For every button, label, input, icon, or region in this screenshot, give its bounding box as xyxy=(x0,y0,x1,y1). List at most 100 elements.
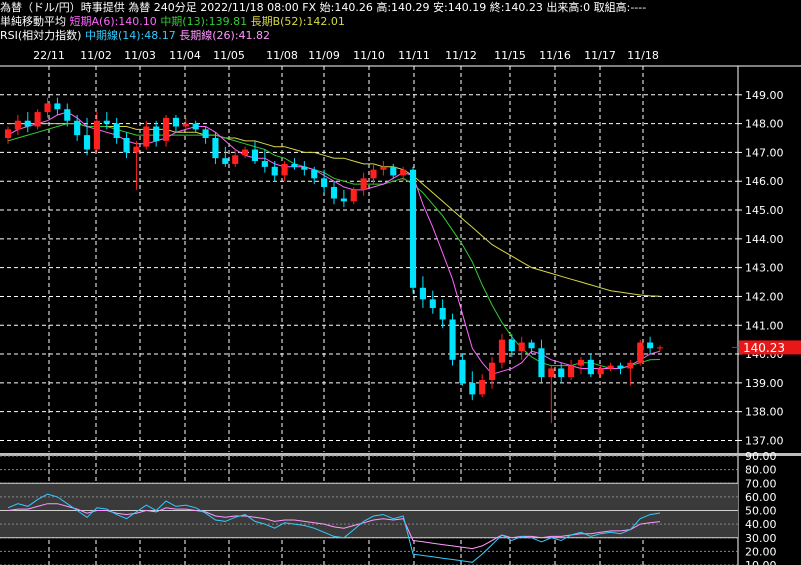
x-tick-label: 11/10 xyxy=(353,49,385,62)
candle-body xyxy=(627,362,634,369)
ma-long-legend: 長期B(52):142.01 xyxy=(250,15,345,28)
chart-canvas[interactable]: 22/11 11/02 11/03 11/04 11/05 11/08 11/09 11/10… xyxy=(0,0,801,565)
candle-body xyxy=(538,348,545,378)
x-tick-label: 11/16 xyxy=(539,49,571,62)
candle-body xyxy=(380,166,387,170)
y-tick-label: 142.00 xyxy=(745,290,784,303)
candle-body xyxy=(390,166,397,176)
rsi-y-tick-label: 70.00 xyxy=(745,477,777,490)
rsi-y-tick-label: 60.00 xyxy=(745,491,777,504)
y-tick-label: 143.00 xyxy=(745,262,784,275)
candle-body xyxy=(617,365,624,369)
candle-body xyxy=(162,117,170,141)
rsi-legend: RSI(相対力指数) 中期線(14):48.17 長期線(26):41.82 xyxy=(0,29,270,42)
chart-window: 22/11 11/02 11/03 11/04 11/05 11/08 11/09 11/10… xyxy=(0,0,801,565)
candle-body xyxy=(429,299,436,308)
candle-body xyxy=(488,362,496,380)
candle-body xyxy=(74,120,81,136)
candle-body xyxy=(251,149,259,162)
candle-body xyxy=(419,287,426,300)
candle-body xyxy=(182,123,189,127)
candle-body xyxy=(172,117,180,127)
candle-body xyxy=(64,109,71,121)
candle-body xyxy=(222,158,229,164)
candle-body xyxy=(469,382,476,395)
candle-body xyxy=(439,307,446,320)
candle-body xyxy=(647,342,654,349)
candle-body xyxy=(340,198,347,202)
candle-body xyxy=(232,155,239,164)
y-tick-label: 145.00 xyxy=(745,204,784,217)
header-info-text: 為替（ドル/円）時事提供 為替 240分足 2022/11/18 08:00 F… xyxy=(0,1,647,14)
rsi-long-legend: 長期線(26):41.82 xyxy=(179,29,271,42)
rsi-legend-label: RSI(相対力指数) xyxy=(0,29,82,42)
x-tick-label: 11/04 xyxy=(169,49,201,62)
candle-body xyxy=(44,103,51,113)
candle-body xyxy=(449,319,456,360)
candle-body xyxy=(143,126,150,147)
rsi-y-tick-label: 10.00 xyxy=(745,559,777,565)
candle-body xyxy=(597,368,604,375)
candle-body xyxy=(558,368,565,378)
rsi-y-tick-label: 40.00 xyxy=(745,518,777,531)
candle-body xyxy=(153,126,160,141)
candle-body xyxy=(548,368,555,378)
rsi-y-tick-label: 20.00 xyxy=(745,545,777,558)
candle-body xyxy=(202,129,209,139)
candle-body xyxy=(479,379,486,395)
x-tick-label: 11/05 xyxy=(213,49,245,62)
y-tick-label: 147.00 xyxy=(745,146,784,159)
rsi-y-tick-label: 90.00 xyxy=(745,450,777,463)
x-tick-label: 11/17 xyxy=(584,49,616,62)
last-price-label: 140.23 xyxy=(743,341,785,355)
candle-body xyxy=(587,359,594,375)
candle-body xyxy=(192,123,199,130)
rsi-mid-legend: 中期線(14):48.17 xyxy=(84,29,176,42)
candle-body xyxy=(4,129,12,139)
rsi-y-tick-label: 80.00 xyxy=(745,464,777,477)
y-tick-label: 137.00 xyxy=(745,434,784,447)
candle-body xyxy=(24,120,31,127)
candle-body xyxy=(301,166,308,170)
candle-body xyxy=(123,138,130,153)
candle-body xyxy=(34,112,41,127)
ma-legend-label: 単純移動平均 xyxy=(0,15,66,28)
candle-body xyxy=(54,103,61,110)
candle-body xyxy=(291,163,298,167)
y-tick-label: 149.00 xyxy=(745,89,784,102)
candle-body xyxy=(577,359,585,366)
x-tick-label: 11/18 xyxy=(627,49,659,62)
candle-body xyxy=(360,178,367,190)
x-tick-label: 11/08 xyxy=(266,49,298,62)
rsi-y-tick-label: 50.00 xyxy=(745,505,777,518)
x-tick-label: 11/02 xyxy=(80,49,112,62)
ma-mid-line xyxy=(7,123,661,369)
rsi-y-tick-label: 30.00 xyxy=(745,532,777,545)
candle-body xyxy=(528,342,535,349)
candle-body xyxy=(113,123,120,139)
candle-body xyxy=(311,169,318,179)
x-tick-label: 11/12 xyxy=(445,49,477,62)
y-tick-label: 139.00 xyxy=(745,377,784,390)
candle-body xyxy=(103,120,110,124)
ma-mid-legend: 中期(13):139.81 xyxy=(160,15,248,28)
candle-body xyxy=(271,166,278,176)
candle-body xyxy=(212,138,219,159)
candle-body xyxy=(656,347,664,349)
candle-body xyxy=(498,339,506,363)
candle-body xyxy=(83,135,91,150)
y-tick-label: 138.00 xyxy=(745,406,784,419)
x-tick-label: 22/11 xyxy=(33,49,65,62)
candle-body xyxy=(568,365,575,378)
candle-body xyxy=(14,120,21,130)
candle-body xyxy=(133,146,140,153)
candle-body xyxy=(459,359,466,383)
x-tick-label: 11/11 xyxy=(398,49,430,62)
candle-body xyxy=(330,186,338,199)
x-tick-label: 11/03 xyxy=(124,49,156,62)
candle-body xyxy=(261,161,268,167)
y-tick-label: 144.00 xyxy=(745,233,784,246)
candle-body xyxy=(409,169,417,288)
y-tick-label: 146.00 xyxy=(745,175,784,188)
candle-body xyxy=(370,169,377,179)
